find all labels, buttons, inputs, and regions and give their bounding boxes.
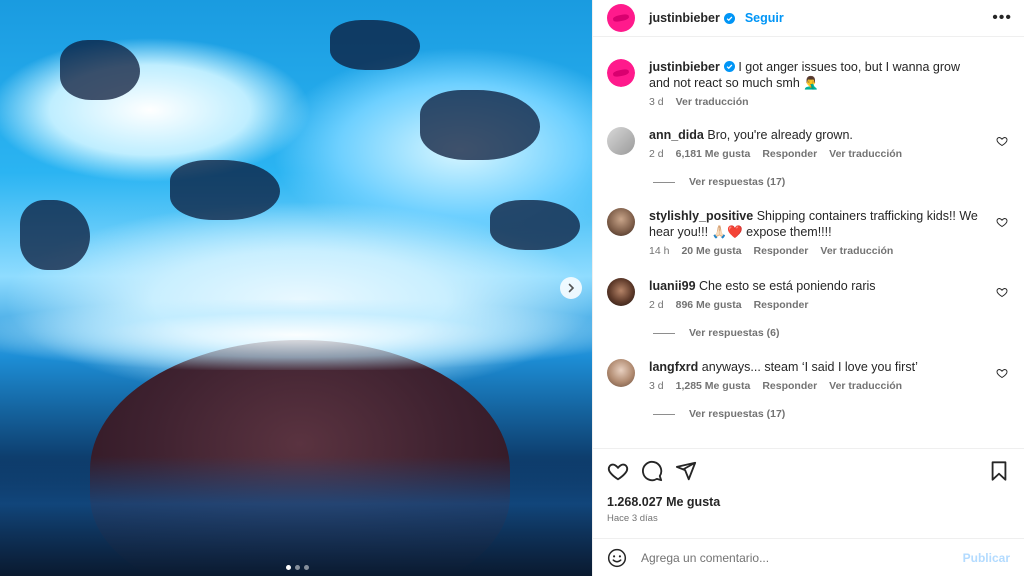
comment-username[interactable]: langfxrd [649, 360, 698, 374]
emoji-icon[interactable] [607, 548, 627, 568]
image-texture [490, 200, 580, 250]
commenter-avatar[interactable] [607, 127, 635, 155]
post-actions: 1.268.027 Me gusta Hace 3 días [593, 448, 1024, 524]
translate-link[interactable]: Ver traducción [820, 245, 893, 257]
author-avatar[interactable] [607, 59, 635, 87]
view-replies-button[interactable]: Ver respuestas (17) [653, 408, 1010, 420]
carousel-dots [286, 565, 309, 570]
save-bookmark-icon[interactable] [988, 460, 1010, 482]
reply-button[interactable]: Responder [762, 148, 817, 160]
comment-item: ann_dida Bro, you're already grown. 2 d 6… [607, 127, 1010, 160]
comments-list[interactable]: justinbieber I got anger issues too, but… [593, 37, 1024, 448]
post-side-panel: justinbieber Seguir ••• justinbieber I g… [592, 0, 1024, 576]
reply-button[interactable]: Responder [754, 245, 809, 257]
author-username[interactable]: justinbieber [649, 11, 720, 25]
follow-button[interactable]: Seguir [745, 11, 784, 25]
like-comment-heart-icon[interactable] [996, 135, 1008, 147]
caption-username[interactable]: justinbieber [649, 60, 720, 74]
image-fur-band [0, 300, 592, 370]
add-comment-bar: Publicar [593, 538, 1024, 576]
caption: justinbieber I got anger issues too, but… [607, 59, 1010, 108]
translate-link[interactable]: Ver traducción [829, 380, 902, 392]
commenter-avatar[interactable] [607, 208, 635, 236]
commenter-avatar[interactable] [607, 359, 635, 387]
comment-likes[interactable]: 896 Me gusta [676, 299, 742, 311]
comment-bubble-icon[interactable] [641, 460, 663, 482]
verified-badge-icon [723, 12, 735, 24]
verified-badge-icon [723, 61, 735, 72]
commenter-avatar[interactable] [607, 278, 635, 306]
comment-time: 14 h [649, 245, 670, 257]
comment-input[interactable] [641, 550, 963, 565]
view-replies-label: Ver respuestas (17) [689, 176, 786, 188]
caption-translate-link[interactable]: Ver traducción [676, 96, 749, 108]
image-texture [60, 40, 140, 100]
comment-time: 2 d [649, 148, 664, 160]
like-heart-icon[interactable] [607, 460, 629, 482]
comment-username[interactable]: ann_dida [649, 128, 704, 142]
image-texture [20, 200, 90, 270]
comment-text: anyways... steam ‘I said I love you firs… [701, 360, 918, 374]
image-fur-bottom [0, 456, 592, 576]
comment-item: stylishly_positive Shipping containers t… [607, 208, 1010, 257]
replies-line [653, 181, 675, 183]
like-comment-heart-icon[interactable] [996, 367, 1008, 379]
like-comment-heart-icon[interactable] [996, 216, 1008, 228]
post-header: justinbieber Seguir ••• [593, 0, 1024, 37]
comment-text: Che esto se está poniendo raris [699, 279, 876, 293]
comment-username[interactable]: luanii99 [649, 279, 696, 293]
chevron-right-icon [568, 283, 575, 293]
likes-count[interactable]: 1.268.027 Me gusta [607, 495, 1010, 509]
comment-likes[interactable]: 1,285 Me gusta [676, 380, 751, 392]
reply-button[interactable]: Responder [762, 380, 817, 392]
carousel-next-button[interactable] [560, 277, 582, 299]
more-options-icon[interactable]: ••• [992, 9, 1012, 27]
comment-likes[interactable]: 20 Me gusta [681, 245, 741, 257]
replies-line [653, 332, 675, 334]
image-texture [330, 20, 420, 70]
comment-time: 3 d [649, 380, 664, 392]
image-texture [420, 90, 540, 160]
comment-likes[interactable]: 6,181 Me gusta [676, 148, 751, 160]
reply-button[interactable]: Responder [754, 299, 809, 311]
post-image[interactable] [0, 0, 592, 576]
carousel-dot [295, 565, 300, 570]
view-replies-button[interactable]: Ver respuestas (17) [653, 176, 1010, 188]
caption-text: justinbieber I got anger issues too, but… [649, 59, 984, 91]
caption-time: 3 d [649, 96, 664, 108]
replies-line [653, 413, 675, 415]
carousel-dot [286, 565, 291, 570]
comment-item: luanii99 Che esto se está poniendo raris… [607, 278, 1010, 311]
translate-link[interactable]: Ver traducción [829, 148, 902, 160]
comment-item: langfxrd anyways... steam ‘I said I love… [607, 359, 1010, 392]
author-avatar[interactable] [607, 4, 635, 32]
comment-time: 2 d [649, 299, 664, 311]
comment-text: Bro, you're already grown. [707, 128, 853, 142]
view-replies-label: Ver respuestas (6) [689, 327, 780, 339]
share-send-icon[interactable] [675, 460, 697, 482]
view-replies-label: Ver respuestas (17) [689, 408, 786, 420]
like-comment-heart-icon[interactable] [996, 286, 1008, 298]
image-texture [170, 160, 280, 220]
publish-button[interactable]: Publicar [963, 551, 1010, 565]
post-timestamp: Hace 3 días [607, 513, 658, 524]
comment-username[interactable]: stylishly_positive [649, 209, 753, 223]
view-replies-button[interactable]: Ver respuestas (6) [653, 327, 1010, 339]
carousel-dot [304, 565, 309, 570]
